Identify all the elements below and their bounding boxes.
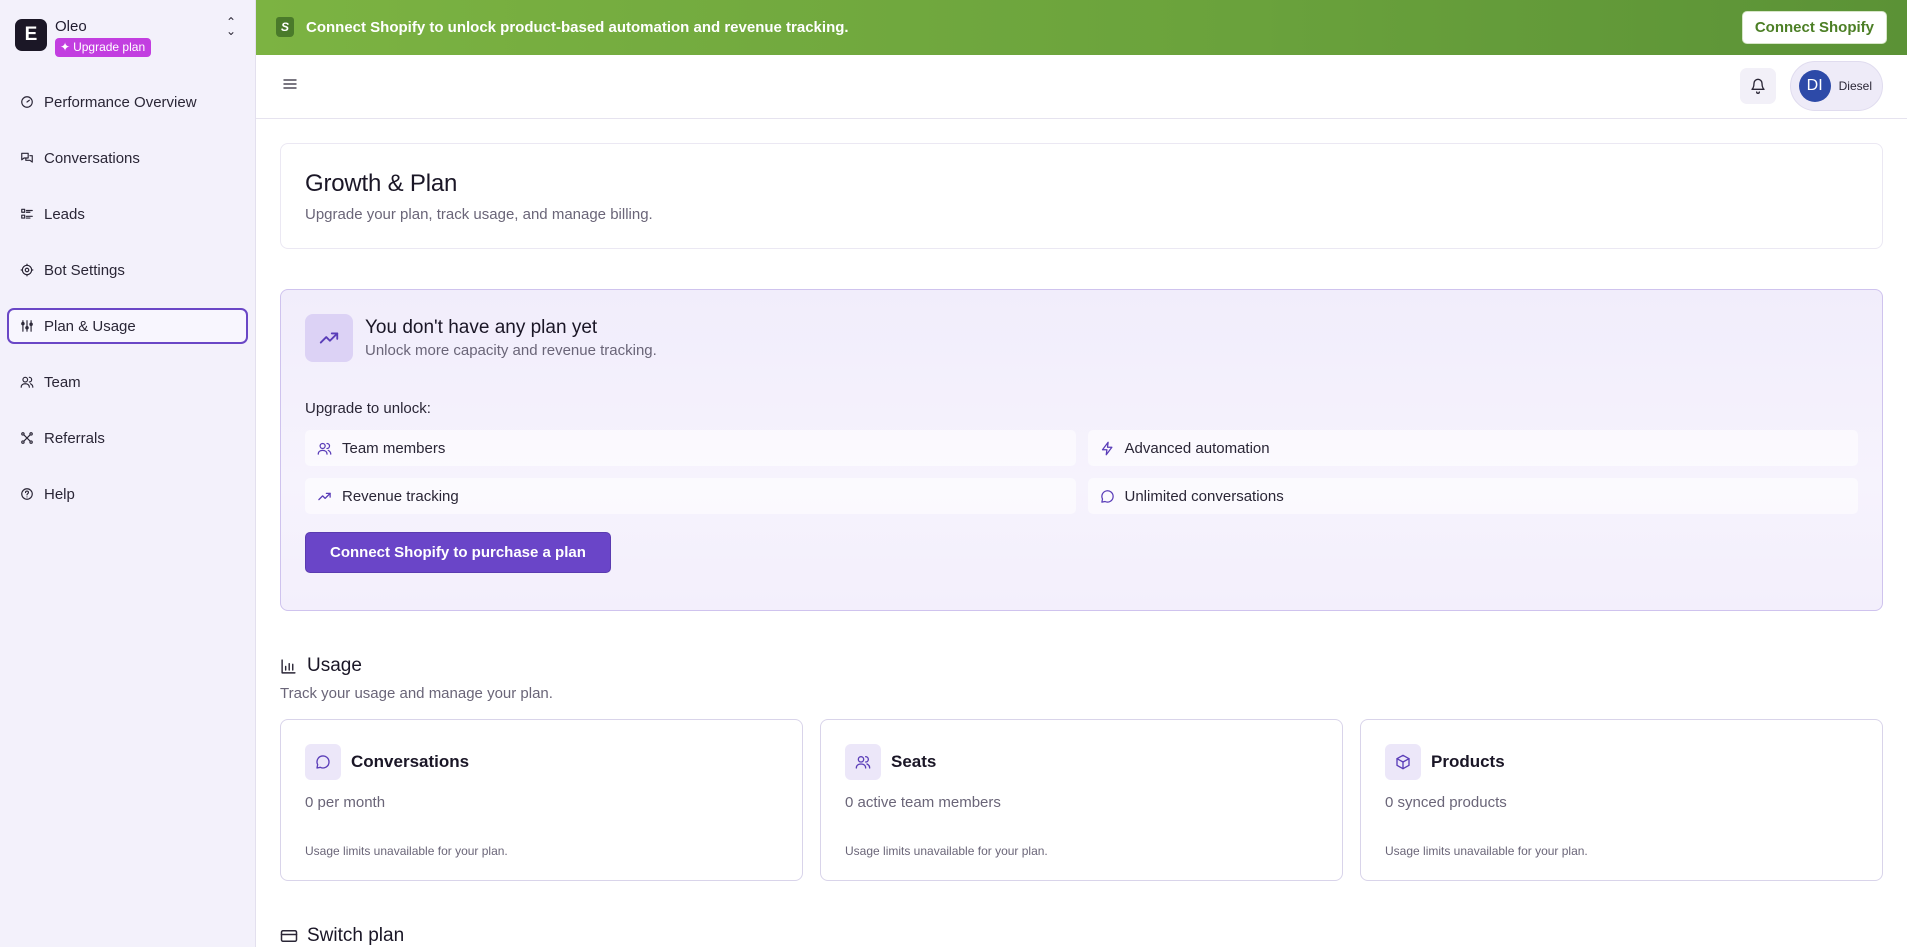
avatar: DI <box>1798 70 1831 103</box>
feature-label: Team members <box>342 439 446 457</box>
users-icon <box>317 442 332 455</box>
sidebar-item-label: Referrals <box>44 429 105 447</box>
usage-title: Usage <box>307 655 362 676</box>
usage-card-note: Usage limits unavailable for your plan. <box>305 844 508 858</box>
connect-shopify-purchase-button[interactable]: Connect Shopify to purchase a plan <box>305 532 611 573</box>
bar-chart-icon <box>281 658 296 674</box>
sidebar-item-label: Plan & Usage <box>44 317 136 335</box>
chat-bubble-icon <box>305 744 341 780</box>
help-circle-icon <box>19 486 35 502</box>
usage-card-header: Conversations <box>305 744 778 780</box>
trending-up-icon <box>305 314 353 362</box>
box-icon <box>1385 744 1421 780</box>
brand-logo: E <box>15 19 47 51</box>
feature-unlimited-conversations: Unlimited conversations <box>1087 478 1858 514</box>
feature-advanced-automation: Advanced automation <box>1087 430 1858 466</box>
usage-card-note: Usage limits unavailable for your plan. <box>1385 844 1588 858</box>
sidebar: E Oleo ✦ Upgrade plan ⌃ ⌄ Performance Ove… <box>0 0 256 947</box>
bell-icon <box>1750 78 1765 95</box>
sidebar-item-label: Conversations <box>44 149 140 167</box>
sidebar-item-referrals[interactable]: Referrals <box>7 420 248 456</box>
usage-card-conversations: Conversations 0 per month Usage limits u… <box>280 719 803 881</box>
feature-label: Revenue tracking <box>342 487 459 505</box>
feature-revenue-tracking: Revenue tracking <box>305 478 1076 514</box>
sidebar-item-label: Team <box>44 373 81 391</box>
usage-card-title: Products <box>1431 752 1505 771</box>
usage-cards: Conversations 0 per month Usage limits u… <box>280 719 1883 881</box>
page-header-card: Growth & Plan Upgrade your plan, track u… <box>280 143 1883 249</box>
users-icon <box>845 744 881 780</box>
no-plan-card: You don't have any plan yet Unlock more … <box>280 289 1883 611</box>
trending-up-icon <box>318 492 331 500</box>
usage-section-header: Usage <box>280 655 1883 677</box>
usage-card-products: Products 0 synced products Usage limits … <box>1360 719 1883 881</box>
sidebar-item-help[interactable]: Help <box>7 476 248 512</box>
usage-card-value: 0 active team members <box>845 794 1001 811</box>
share-nodes-icon <box>19 430 35 446</box>
usage-card-seats: Seats 0 active team members Usage limits… <box>820 719 1343 881</box>
page-content: Growth & Plan Upgrade your plan, track u… <box>256 119 1907 947</box>
main-area: S Connect Shopify to unlock product-base… <box>256 0 1907 947</box>
sidebar-item-leads[interactable]: Leads <box>7 196 248 232</box>
credit-card-icon <box>280 930 298 942</box>
gauge-icon <box>19 94 35 110</box>
feature-label: Unlimited conversations <box>1124 487 1284 505</box>
feature-list: Team members Advanced automation Revenue… <box>305 430 1858 514</box>
unlock-label: Upgrade to unlock: <box>305 400 431 417</box>
usage-card-note: Usage limits unavailable for your plan. <box>845 844 1048 858</box>
usage-card-title: Seats <box>891 752 937 771</box>
page-title: Growth & Plan <box>305 170 458 197</box>
sidebar-item-conversations[interactable]: Conversations <box>7 140 248 176</box>
brand-text: Oleo ✦ Upgrade plan <box>55 16 152 57</box>
sidebar-item-label: Bot Settings <box>44 261 125 279</box>
app-root: E Oleo ✦ Upgrade plan ⌃ ⌄ Performance Ove… <box>0 0 1907 947</box>
feature-label: Advanced automation <box>1124 439 1270 457</box>
plan-header: You don't have any plan yet Unlock more … <box>305 314 1858 362</box>
plan-header-text: You don't have any plan yet Unlock more … <box>365 317 657 359</box>
hamburger-menu-icon[interactable] <box>282 76 298 97</box>
sidebar-item-bot-settings[interactable]: Bot Settings <box>7 252 248 288</box>
topbar-right: DI Diesel <box>1739 61 1883 112</box>
topbar: DI Diesel <box>256 55 1907 119</box>
workspace-name: Oleo <box>55 18 87 35</box>
connect-shopify-button[interactable]: Connect Shopify <box>1741 10 1887 44</box>
list-check-icon <box>19 206 35 222</box>
chat-bubble-icon <box>1100 489 1114 503</box>
plan-title: You don't have any plan yet <box>365 317 598 338</box>
users-icon <box>19 374 35 390</box>
user-menu[interactable]: DI Diesel <box>1789 61 1883 112</box>
usage-card-header: Products <box>1385 744 1858 780</box>
sidebar-item-performance-overview[interactable]: Performance Overview <box>7 84 248 120</box>
workspace-switcher[interactable]: E Oleo ✦ Upgrade plan ⌃ ⌄ <box>7 12 248 68</box>
feature-team-members: Team members <box>305 430 1076 466</box>
page-subtitle: Upgrade your plan, track usage, and mana… <box>305 206 653 223</box>
usage-card-title: Conversations <box>351 752 470 771</box>
switch-plan-header: Switch plan <box>280 925 1883 947</box>
sidebar-item-team[interactable]: Team <box>7 364 248 400</box>
sidebar-item-label: Performance Overview <box>44 93 197 111</box>
switch-plan-title: Switch plan <box>307 925 405 946</box>
upgrade-plan-label: Upgrade plan <box>73 40 146 54</box>
chevron-up-down-icon[interactable]: ⌃ ⌄ <box>226 16 236 37</box>
sidebar-item-label: Help <box>44 485 75 503</box>
usage-card-value: 0 per month <box>305 794 386 811</box>
upgrade-plan-badge[interactable]: ✦ Upgrade plan <box>55 38 152 57</box>
usage-card-value: 0 synced products <box>1385 794 1507 811</box>
usage-card-header: Seats <box>845 744 1318 780</box>
lightning-icon <box>1101 441 1112 455</box>
sparkle-icon: ✦ <box>60 40 71 54</box>
sidebar-item-plan-usage[interactable]: Plan & Usage <box>7 308 248 344</box>
chat-bubbles-icon <box>19 150 35 166</box>
notifications-button[interactable] <box>1739 68 1776 105</box>
user-name: Diesel <box>1838 79 1872 94</box>
usage-subtitle: Track your usage and manage your plan. <box>280 685 553 702</box>
banner-text: Connect Shopify to unlock product-based … <box>306 18 849 36</box>
sidebar-nav: Performance Overview Conversations Leads… <box>7 84 248 512</box>
shopify-logo-icon: S <box>276 17 294 38</box>
gear-icon <box>19 262 35 278</box>
sliders-icon <box>19 318 35 334</box>
plan-subtitle: Unlock more capacity and revenue trackin… <box>365 342 657 359</box>
sidebar-item-label: Leads <box>44 205 85 223</box>
shopify-banner: S Connect Shopify to unlock product-base… <box>256 0 1907 55</box>
